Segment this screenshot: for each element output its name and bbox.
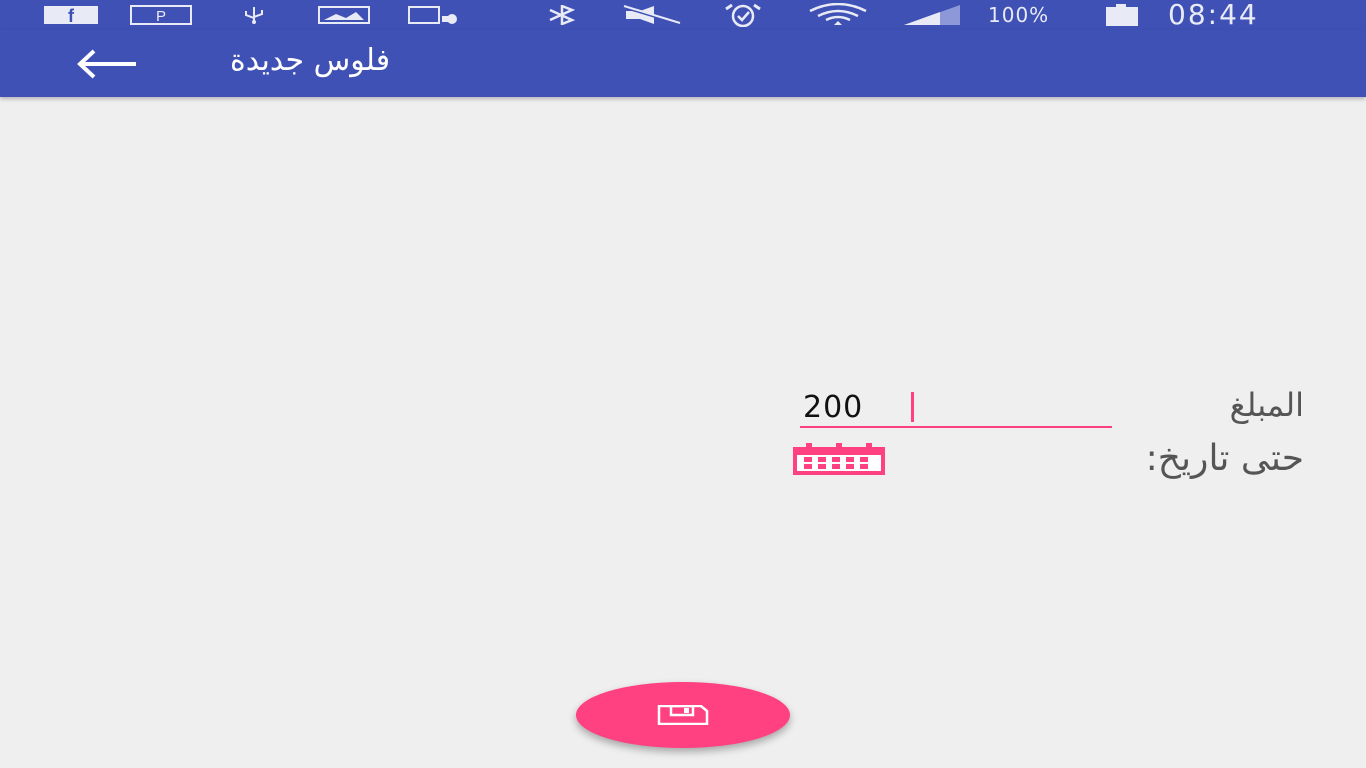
status-time: 08:44: [1168, 0, 1259, 31]
screen: f P 100% 08:44 فلوس جديدة المبلغ 200 حتى…: [0, 0, 1366, 768]
arrow-left-icon: [77, 49, 136, 79]
app-bar: فلوس جديدة: [0, 30, 1366, 97]
signal-icon: [900, 3, 964, 27]
usb-icon: [236, 3, 272, 27]
svg-text:P: P: [156, 8, 166, 25]
page-title: فلوس جديدة: [230, 43, 391, 78]
calendar-button[interactable]: [792, 443, 886, 475]
save-button[interactable]: [576, 682, 790, 748]
back-button[interactable]: [70, 42, 142, 86]
pinterest-icon: P: [130, 3, 192, 27]
battery-icon: [1102, 3, 1142, 27]
facebook-icon: f: [44, 3, 98, 27]
date-label: حتى تاريخ:: [1145, 438, 1304, 479]
amount-value: 200: [803, 390, 864, 425]
save-icon: [657, 705, 709, 725]
cast-icon: [408, 3, 462, 27]
svg-text:f: f: [68, 6, 75, 25]
calendar-icon: [793, 443, 885, 475]
text-cursor: [911, 392, 914, 422]
bluetooth-icon: [540, 3, 584, 27]
amount-input[interactable]: 200: [800, 388, 1112, 428]
mute-icon: [620, 3, 684, 27]
status-bar: f P 100% 08:44: [0, 0, 1366, 30]
wifi-icon: [806, 3, 870, 27]
battery-percent: 100%: [988, 3, 1050, 27]
image-icon: [318, 3, 370, 27]
amount-label: المبلغ: [1229, 386, 1304, 424]
alarm-icon: [714, 3, 772, 27]
